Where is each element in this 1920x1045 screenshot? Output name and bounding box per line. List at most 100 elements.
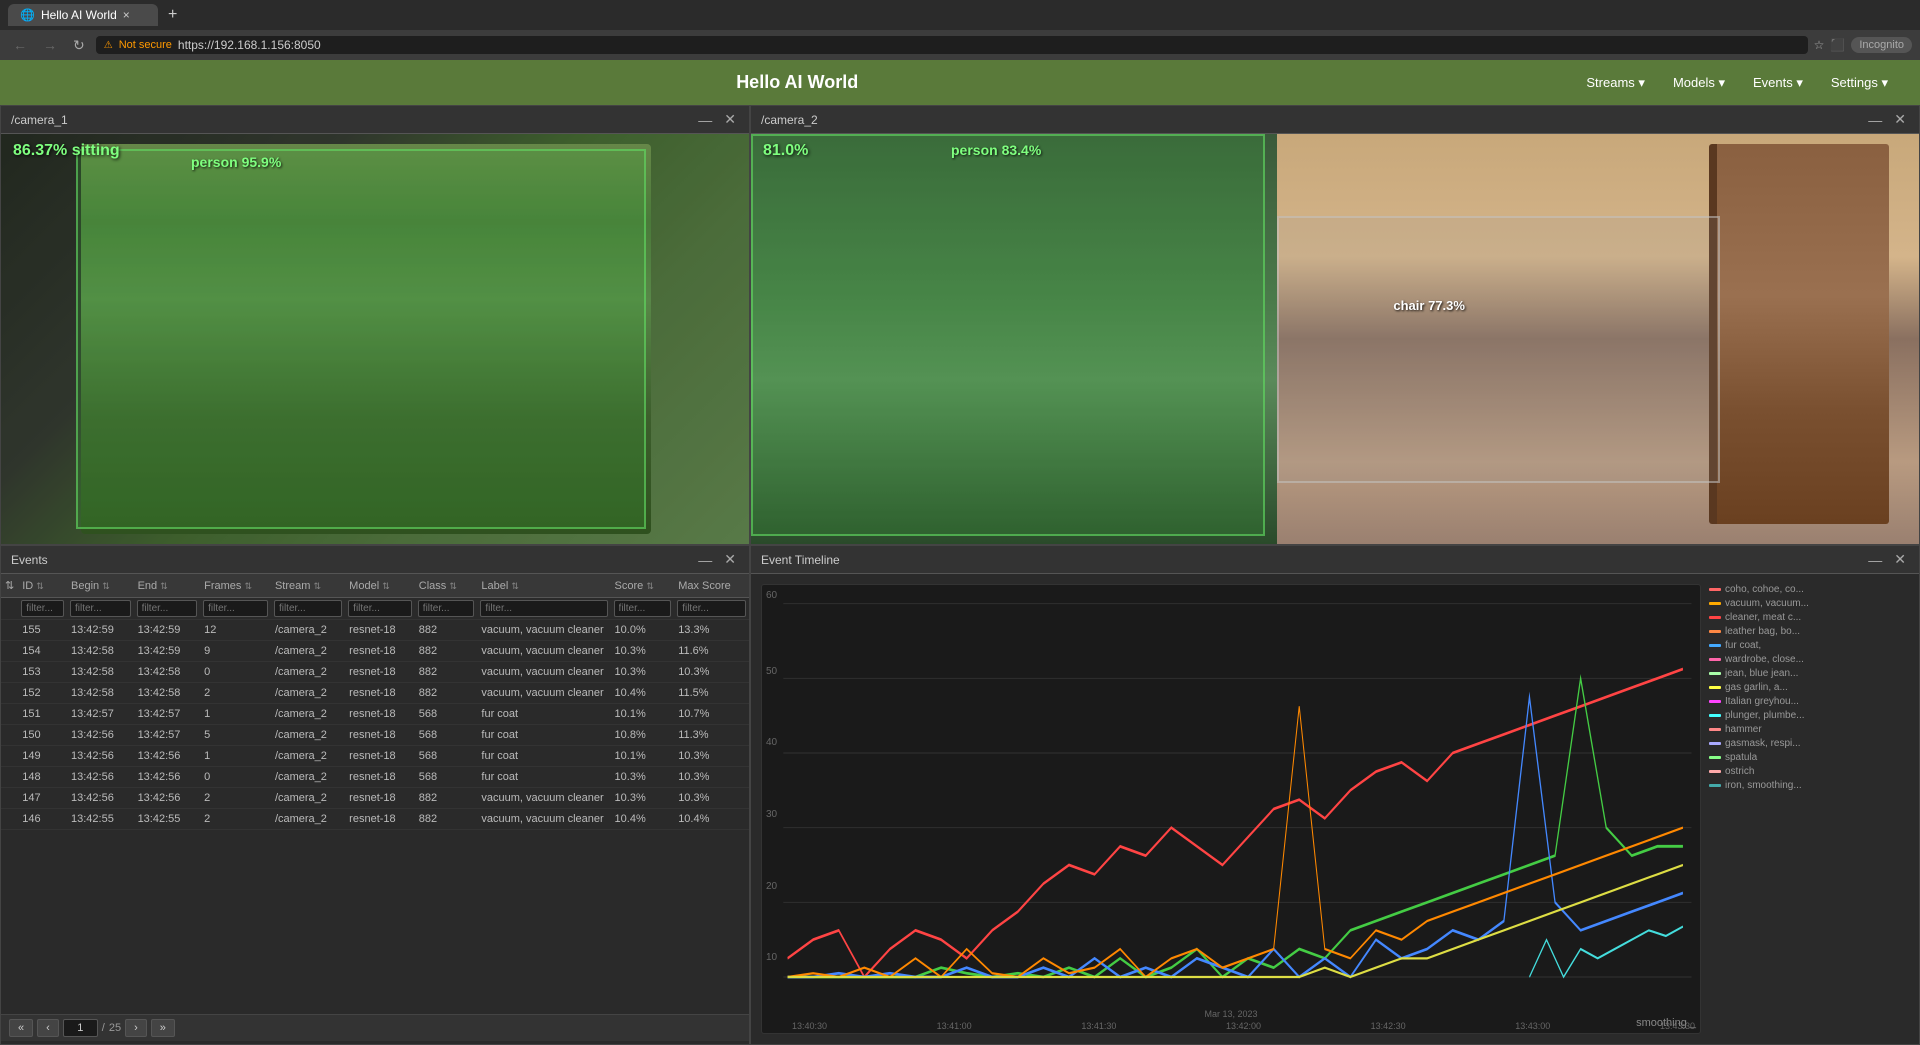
y-label-60: 60: [766, 590, 777, 601]
table-row[interactable]: 149 13:42:56 13:42:56 1 /camera_2 resnet…: [1, 746, 749, 767]
camera1-title: /camera_1: [11, 113, 68, 127]
legend-color-dot: [1709, 784, 1721, 787]
back-button[interactable]: ←: [8, 35, 32, 55]
camera2-controls: — ✕: [1865, 111, 1909, 128]
timeline-titlebar: Event Timeline — ✕: [751, 546, 1919, 574]
cell-stream: /camera_2: [271, 767, 345, 788]
filter-end[interactable]: [137, 600, 198, 617]
timeline-close-btn[interactable]: ✕: [1891, 551, 1909, 568]
events-title: Events: [11, 553, 48, 567]
first-page-btn[interactable]: «: [9, 1019, 33, 1037]
events-menu[interactable]: Events ▾: [1741, 69, 1815, 97]
table-row[interactable]: 153 13:42:58 13:42:58 0 /camera_2 resnet…: [1, 662, 749, 683]
table-row[interactable]: 155 13:42:59 13:42:59 12 /camera_2 resne…: [1, 620, 749, 641]
streams-menu[interactable]: Streams ▾: [1574, 69, 1657, 97]
bookmark-icon[interactable]: ☆: [1814, 38, 1825, 52]
table-row[interactable]: 147 13:42:56 13:42:56 2 /camera_2 resnet…: [1, 788, 749, 809]
table-row[interactable]: 146 13:42:55 13:42:55 2 /camera_2 resnet…: [1, 809, 749, 830]
active-tab[interactable]: 🌐 Hello AI World ×: [8, 4, 158, 26]
table-row[interactable]: 154 13:42:58 13:42:59 9 /camera_2 resnet…: [1, 641, 749, 662]
col-sort-arrow[interactable]: ⇅: [1, 574, 18, 598]
page-number-input[interactable]: [63, 1019, 98, 1037]
filter-max-score[interactable]: [677, 600, 746, 617]
events-table-wrap: ⇅ ID ⇅ Begin ⇅ End ⇅ Frames ⇅ Stream ⇅ M…: [1, 574, 749, 1044]
cell-label: vacuum, vacuum cleaner: [477, 809, 610, 830]
legend-color-dot: [1709, 672, 1721, 675]
filter-class[interactable]: [418, 600, 475, 617]
legend-item: spatula: [1709, 752, 1909, 763]
filter-label[interactable]: [480, 600, 607, 617]
filter-row: [1, 598, 749, 620]
camera1-close-btn[interactable]: ✕: [721, 111, 739, 128]
table-row[interactable]: 151 13:42:57 13:42:57 1 /camera_2 resnet…: [1, 704, 749, 725]
cell-frames: 1: [200, 704, 271, 725]
cell-end: 13:42:56: [134, 788, 201, 809]
table-row[interactable]: 152 13:42:58 13:42:58 2 /camera_2 resnet…: [1, 683, 749, 704]
col-max-score[interactable]: Max Score: [674, 574, 749, 598]
col-id[interactable]: ID ⇅: [18, 574, 67, 598]
cell-score: 10.3%: [611, 788, 675, 809]
col-class[interactable]: Class ⇅: [415, 574, 478, 598]
x-label-1: 13:40:30: [792, 1021, 827, 1031]
camera2-close-btn[interactable]: ✕: [1891, 111, 1909, 128]
camera1-minimize-btn[interactable]: —: [695, 111, 715, 128]
col-score[interactable]: Score ⇅: [611, 574, 675, 598]
filter-begin[interactable]: [70, 600, 131, 617]
cell-begin: 13:42:55: [67, 809, 134, 830]
timeline-controls: — ✕: [1865, 551, 1909, 568]
col-frames[interactable]: Frames ⇅: [200, 574, 271, 598]
cell-id: 146: [18, 809, 67, 830]
filter-id[interactable]: [21, 600, 64, 617]
cell-begin: 13:42:56: [67, 725, 134, 746]
last-page-btn[interactable]: »: [151, 1019, 175, 1037]
cell-stream: /camera_2: [271, 620, 345, 641]
events-close-btn[interactable]: ✕: [721, 551, 739, 568]
camera2-minimize-btn[interactable]: —: [1865, 111, 1885, 128]
cell-begin: 13:42:57: [67, 704, 134, 725]
address-input[interactable]: [178, 38, 1800, 52]
cell-frames: 2: [200, 788, 271, 809]
settings-menu[interactable]: Settings ▾: [1819, 69, 1900, 97]
camera1-controls: — ✕: [695, 111, 739, 128]
cell-begin: 13:42:58: [67, 683, 134, 704]
table-row[interactable]: 150 13:42:56 13:42:57 5 /camera_2 resnet…: [1, 725, 749, 746]
cell-label: vacuum, vacuum cleaner: [477, 620, 610, 641]
cell-begin: 13:42:56: [67, 746, 134, 767]
table-row[interactable]: 148 13:42:56 13:42:56 0 /camera_2 resnet…: [1, 767, 749, 788]
cell-frames: 1: [200, 746, 271, 767]
col-stream[interactable]: Stream ⇅: [271, 574, 345, 598]
legend-label: leather bag, bo...: [1725, 626, 1800, 637]
legend-color-dot: [1709, 686, 1721, 689]
cell-selector: [1, 725, 18, 746]
models-menu[interactable]: Models ▾: [1661, 69, 1737, 97]
new-tab-button[interactable]: +: [162, 4, 183, 26]
tab-close-btn[interactable]: ×: [123, 8, 130, 22]
smoothing-label: smoothing _: [1636, 1017, 1696, 1029]
col-begin[interactable]: Begin ⇅: [67, 574, 134, 598]
timeline-minimize-btn[interactable]: —: [1865, 551, 1885, 568]
legend-label: fur coat,: [1725, 640, 1761, 651]
col-label[interactable]: Label ⇅: [477, 574, 610, 598]
extensions-icon[interactable]: ⬛: [1830, 38, 1845, 52]
col-model[interactable]: Model ⇅: [345, 574, 415, 598]
filter-score[interactable]: [614, 600, 672, 617]
forward-button[interactable]: →: [38, 35, 62, 55]
cell-max-score: 11.5%: [674, 683, 749, 704]
profile-label[interactable]: Incognito: [1851, 37, 1912, 53]
cell-begin: 13:42:59: [67, 620, 134, 641]
camera2-chair-box: [1277, 216, 1721, 483]
reload-button[interactable]: ↻: [68, 35, 90, 56]
cell-max-score: 10.3%: [674, 662, 749, 683]
prev-page-btn[interactable]: ‹: [37, 1019, 59, 1037]
filter-stream[interactable]: [274, 600, 342, 617]
filter-model[interactable]: [348, 600, 412, 617]
legend-color-dot: [1709, 602, 1721, 605]
cell-selector: [1, 620, 18, 641]
legend-item: hammer: [1709, 724, 1909, 735]
tab-title: Hello AI World: [41, 8, 117, 22]
next-page-btn[interactable]: ›: [125, 1019, 147, 1037]
events-minimize-btn[interactable]: —: [695, 551, 715, 568]
col-end[interactable]: End ⇅: [134, 574, 201, 598]
filter-frames[interactable]: [203, 600, 268, 617]
total-pages: 25: [109, 1022, 121, 1034]
